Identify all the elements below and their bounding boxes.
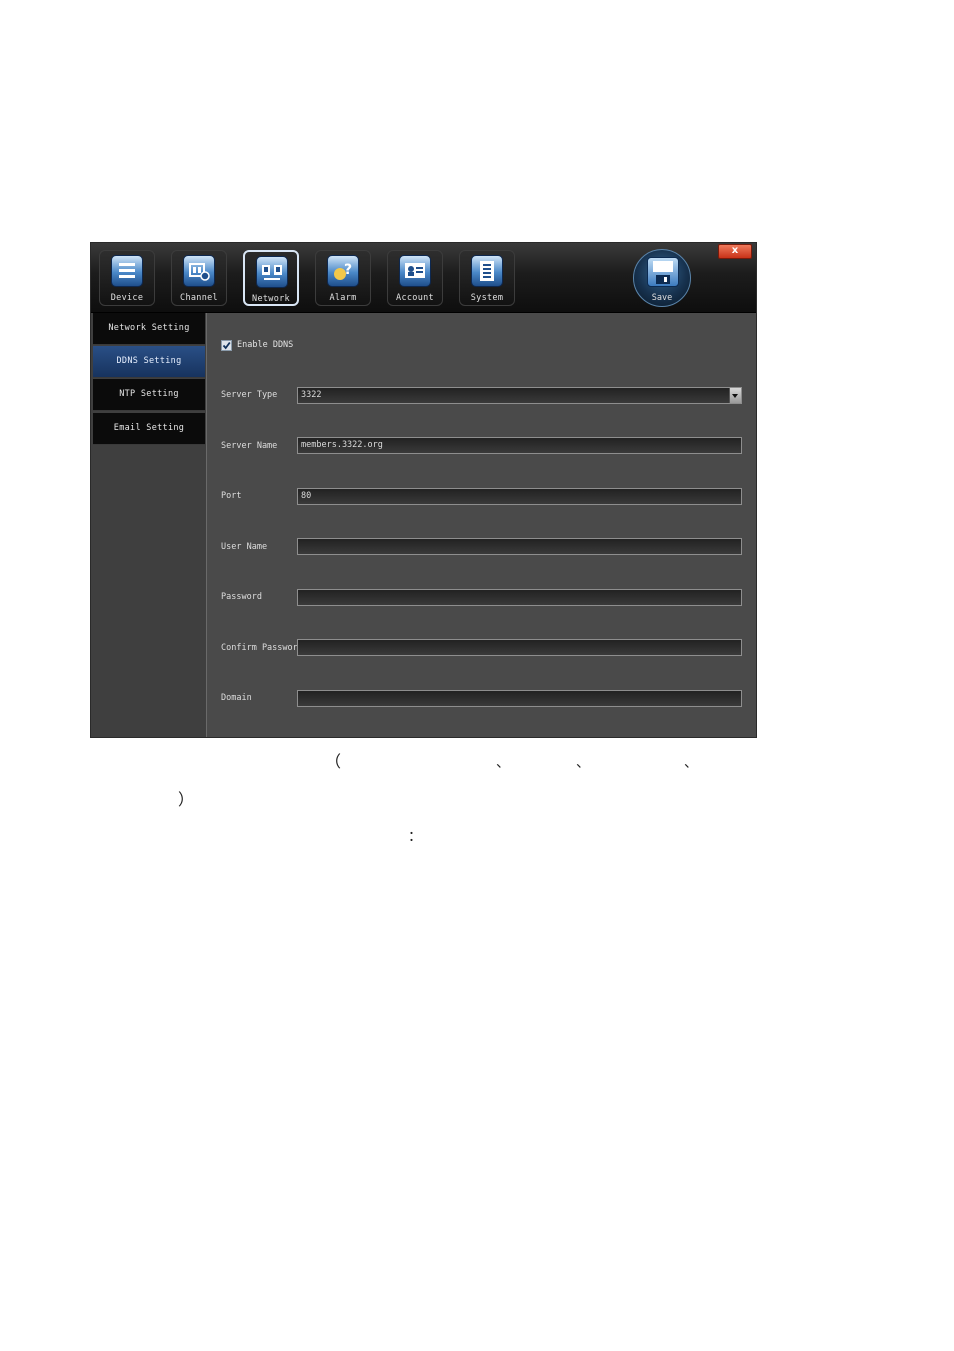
alarm-icon: ? xyxy=(327,255,359,287)
close-paren-text: ） xyxy=(178,790,195,809)
toolbar-alarm-label: Alarm xyxy=(329,293,357,303)
system-icon xyxy=(471,255,503,287)
password-input[interactable] xyxy=(297,589,742,606)
toolbar-network-button[interactable]: Network xyxy=(243,250,299,306)
toolbar-account-label: Account xyxy=(396,293,434,303)
enable-ddns-checkbox[interactable] xyxy=(221,340,232,351)
password-label: Password xyxy=(221,592,262,602)
toolbar-account-button[interactable]: Account xyxy=(387,250,443,306)
toolbar-system-button[interactable]: System xyxy=(459,250,515,306)
comma-text-1: 、 xyxy=(496,755,510,771)
dvr-config-window: Device Channel Network ? Alarm Account S… xyxy=(90,242,757,738)
ddns-settings-panel: Enable DDNS Server Type 3322 Server Name… xyxy=(207,313,756,737)
settings-sidebar: Network Setting DDNS Setting NTP Setting… xyxy=(91,313,207,737)
colon-text: ： xyxy=(408,829,422,845)
sidebar-item-email-setting[interactable]: Email Setting xyxy=(93,413,205,445)
toolbar-system-label: System xyxy=(470,293,504,303)
main-toolbar: Device Channel Network ? Alarm Account S… xyxy=(91,243,756,313)
toolbar-network-label: Network xyxy=(252,294,290,304)
close-button[interactable]: x xyxy=(718,244,752,259)
save-button[interactable]: Save xyxy=(633,249,691,307)
open-paren-text: （ xyxy=(325,752,342,771)
toolbar-alarm-button[interactable]: ? Alarm xyxy=(315,250,371,306)
port-input[interactable]: 80 xyxy=(297,488,742,505)
domain-label: Domain xyxy=(221,693,252,703)
comma-text-3: 、 xyxy=(684,755,698,771)
user-name-input[interactable] xyxy=(297,538,742,555)
account-icon xyxy=(399,255,431,287)
server-name-label: Server Name xyxy=(221,441,278,451)
chevron-down-icon[interactable] xyxy=(729,388,741,403)
device-icon xyxy=(111,255,143,287)
server-type-value: 3322 xyxy=(301,390,322,400)
comma-text-2: 、 xyxy=(576,755,590,771)
toolbar-channel-label: Channel xyxy=(180,293,218,303)
svg-text:?: ? xyxy=(344,262,352,278)
sidebar-item-ntp-setting[interactable]: NTP Setting xyxy=(93,379,205,411)
confirm-password-label: Confirm Password xyxy=(221,643,303,653)
toolbar-channel-button[interactable]: Channel xyxy=(171,250,227,306)
save-label: Save xyxy=(651,293,673,303)
toolbar-device-button[interactable]: Device xyxy=(99,250,155,306)
user-name-label: User Name xyxy=(221,542,268,552)
server-name-input[interactable]: members.3322.org xyxy=(297,437,742,454)
port-label: Port xyxy=(221,491,242,501)
toolbar-device-label: Device xyxy=(110,293,144,303)
enable-ddns-label: Enable DDNS xyxy=(237,340,294,350)
save-icon xyxy=(647,257,679,287)
checkmark-icon xyxy=(222,341,231,350)
domain-input[interactable] xyxy=(297,690,742,707)
sidebar-item-network-setting[interactable]: Network Setting xyxy=(93,313,205,345)
server-type-label: Server Type xyxy=(221,390,278,400)
channel-icon xyxy=(183,255,215,287)
confirm-password-input[interactable] xyxy=(297,639,742,656)
sidebar-item-ddns-setting[interactable]: DDNS Setting xyxy=(93,346,205,378)
server-type-select[interactable]: 3322 xyxy=(297,387,742,404)
network-icon xyxy=(256,256,288,288)
